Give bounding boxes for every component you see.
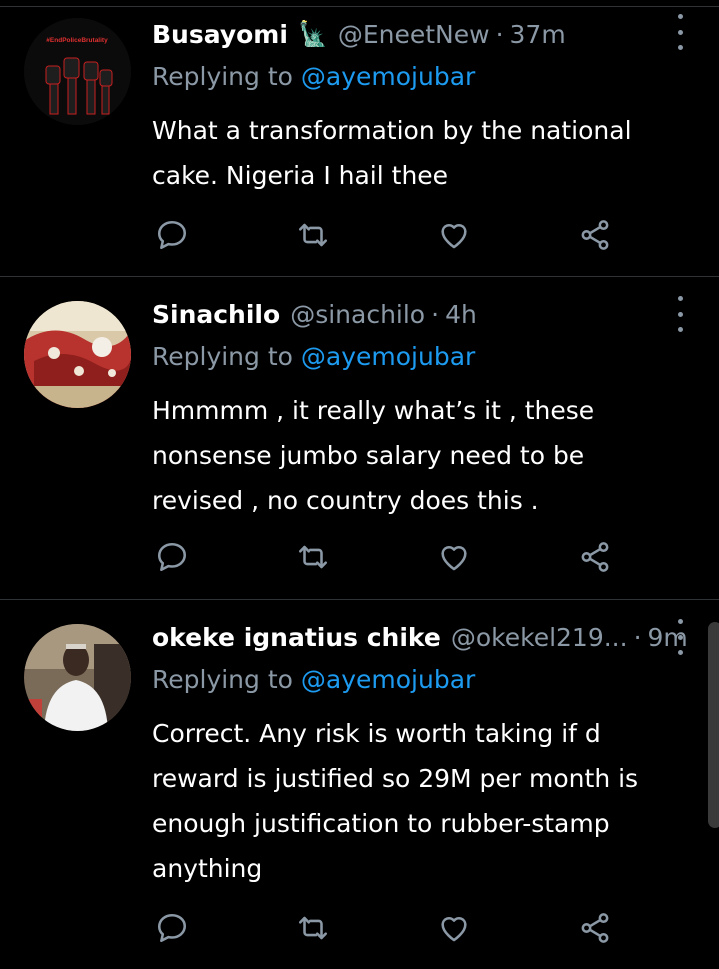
share-icon [581,542,609,572]
handle[interactable]: @okekel219... [451,623,628,652]
more-options-icon[interactable] [668,619,692,655]
tweet-okeke[interactable]: okeke ignatius chike @okekel219... · 9m … [0,600,719,969]
share-button[interactable] [578,540,614,576]
replying-to-line: Replying to @ayemojubar [152,62,475,91]
replying-to-mention[interactable]: @ayemojubar [301,62,475,91]
raised-fists-icon: #EndPoliceBrutality [24,18,131,125]
like-button[interactable] [437,911,473,947]
reply-button[interactable] [155,540,191,576]
replying-to-line: Replying to @ayemojubar [152,342,475,371]
tweet-header: Busayomi 🗽 @EneetNew · 37m [152,14,566,54]
tweet-text: What a transformation by the national ca… [152,116,632,190]
timestamp[interactable]: 4h [445,300,477,329]
separator-dot: · [431,299,440,329]
retweet-icon [298,545,328,569]
separator-dot: · [633,622,642,652]
scrollbar-thumb[interactable] [708,622,719,828]
like-button[interactable] [437,540,473,576]
avatar[interactable]: #EndPoliceBrutality [24,18,131,125]
display-name[interactable]: Busayomi [152,20,288,49]
share-button[interactable] [578,911,614,947]
replying-to-label: Replying to [152,62,293,91]
retweet-button[interactable] [296,540,332,576]
more-options-icon[interactable] [668,14,692,50]
replying-to-mention[interactable]: @ayemojubar [301,342,475,371]
separator-dot: · [495,19,504,49]
profile-photo [24,624,131,731]
like-button[interactable] [437,218,473,254]
replying-to-label: Replying to [152,342,293,371]
tweet-header: Sinachilo @sinachilo · 4h [152,294,477,334]
share-button[interactable] [578,218,614,254]
retweet-button[interactable] [296,911,332,947]
profile-photo [24,301,131,408]
replying-to-line: Replying to @ayemojubar [152,665,475,694]
more-options-icon[interactable] [668,296,692,332]
replying-to-label: Replying to [152,665,293,694]
retweet-icon [298,223,328,247]
statue-of-liberty-emoji: 🗽 [297,20,328,48]
tweet-text: Correct. Any risk is worth taking if d r… [152,719,639,883]
like-icon [441,545,467,571]
share-icon [581,913,609,943]
reply-icon [157,220,187,250]
reply-icon [157,913,187,943]
display-name[interactable]: Sinachilo [152,300,280,329]
retweet-button[interactable] [296,218,332,254]
reply-icon [157,542,187,572]
like-icon [441,223,467,249]
avatar[interactable] [24,624,131,731]
handle[interactable]: @EneetNew [338,20,490,49]
display-name[interactable]: okeke ignatius chike [152,623,441,652]
reply-button[interactable] [155,911,191,947]
handle[interactable]: @sinachilo [290,300,425,329]
timestamp[interactable]: 37m [510,20,566,49]
tweet-busayomi[interactable]: #EndPoliceBrutality Busayomi 🗽 @EneetNew… [0,0,719,276]
avatar[interactable] [24,301,131,408]
avatar-badge-text: #EndPoliceBrutality [46,37,108,44]
reply-button[interactable] [155,218,191,254]
replying-to-mention[interactable]: @ayemojubar [301,665,475,694]
tweet-header: okeke ignatius chike @okekel219... · 9m [152,617,688,657]
like-icon [441,916,467,942]
tweet-sinachilo[interactable]: Sinachilo @sinachilo · 4h Replying to @a… [0,277,719,599]
share-icon [581,220,609,250]
tweet-text: Hmmmm , it really what’s it , these nons… [152,396,595,515]
retweet-icon [298,916,328,940]
